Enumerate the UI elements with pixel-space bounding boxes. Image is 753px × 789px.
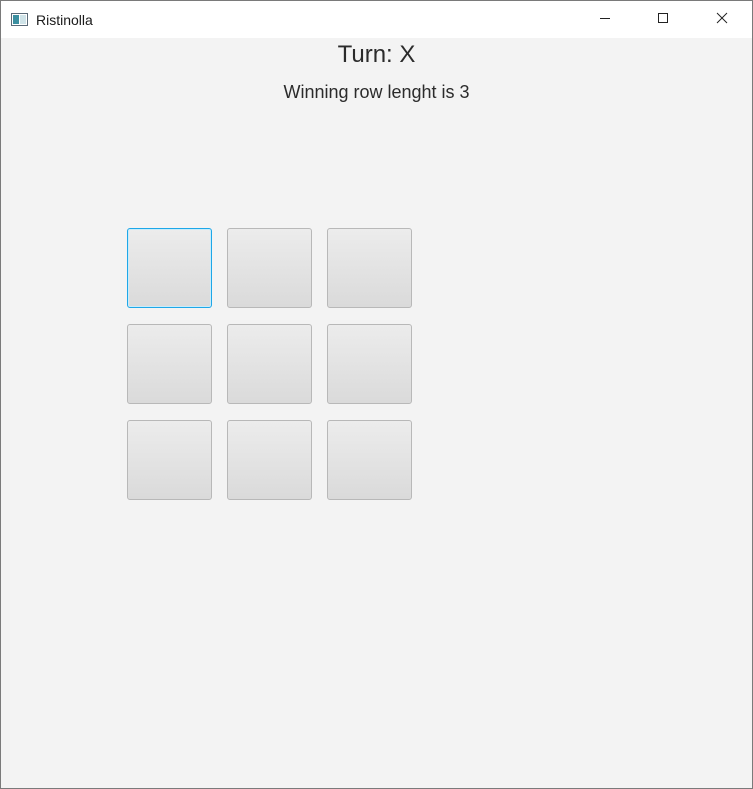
board-cell[interactable] — [227, 228, 312, 308]
maximize-icon — [657, 11, 669, 29]
title-bar[interactable]: Ristinolla — [1, 1, 752, 38]
app-window-icon — [11, 13, 28, 26]
minimize-icon — [599, 11, 611, 29]
turn-label: Turn: X — [337, 41, 416, 68]
board-cell[interactable] — [227, 324, 312, 404]
game-panel: Turn: X Winning row lenght is 3 — [1, 38, 752, 788]
board-cell[interactable] — [327, 420, 412, 500]
app-window: Ristinolla Turn: X Winning row lenght is… — [0, 0, 753, 789]
window-title: Ristinolla — [36, 12, 93, 28]
board-cell[interactable] — [127, 324, 212, 404]
winning-row-label: Winning row lenght is 3 — [283, 82, 470, 102]
close-icon — [716, 11, 728, 29]
board-cell[interactable] — [127, 228, 212, 308]
board-cell[interactable] — [127, 420, 212, 500]
minimize-button[interactable] — [576, 1, 634, 38]
board-cell[interactable] — [227, 420, 312, 500]
maximize-button[interactable] — [634, 1, 692, 38]
board-cell[interactable] — [327, 228, 412, 308]
close-button[interactable] — [693, 1, 751, 38]
board-cell[interactable] — [327, 324, 412, 404]
game-board — [127, 228, 414, 503]
